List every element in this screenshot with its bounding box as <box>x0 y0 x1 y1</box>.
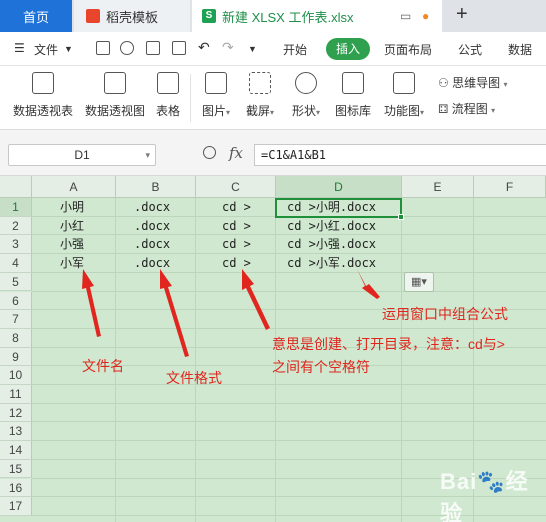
name-box-value: D1 <box>74 148 90 162</box>
spreadsheet-icon: S <box>202 9 216 23</box>
monitor-icon[interactable]: ▭ <box>400 9 411 23</box>
table-button[interactable]: 表格 <box>152 70 184 119</box>
tab-file-label: 新建 XLSX 工作表.xlsx <box>222 9 354 25</box>
menu-bar: ☰ 文件 ▼ ↶ ↷ ▼ 开始 插入 页面布局 公式 数据 <box>0 32 546 66</box>
spreadsheet-grid[interactable]: A B C D E F 1 2 3 4 5 6 7 8 9 10 11 12 13 14 15 16 17 小明… <box>0 176 546 522</box>
mind-map-icon: ⚇ <box>438 76 449 90</box>
pivot-table-label: 数据透视表 <box>12 104 73 118</box>
arrow-to-space-note <box>242 269 270 330</box>
pivot-chart-label: 数据透视图 <box>84 104 145 118</box>
print-icon[interactable] <box>146 41 160 55</box>
ribbon: 数据透视表 数据透视图 表格 图片▾ 截屏▾ 形状▾ 图标库 功能图▾ ⚇ 思维… <box>0 66 546 130</box>
undo-icon[interactable]: ↶ <box>198 39 210 56</box>
pivot-table-button[interactable]: 数据透视表 <box>10 70 76 119</box>
formula-bar: D1 ▾ fx =C1&A1&B1 <box>0 130 546 176</box>
zoom-icon[interactable] <box>203 146 216 159</box>
menu-file[interactable]: 文件 <box>34 41 58 58</box>
icon-library-button[interactable]: 图标库 <box>334 70 372 119</box>
mind-map-button[interactable]: ⚇ 思维导图 ▾ <box>438 74 507 91</box>
screenshot-dropdown-icon: ▾ <box>270 108 275 117</box>
icon-library-icon <box>342 72 364 94</box>
function-chart-button[interactable]: 功能图▾ <box>380 70 428 119</box>
icon-library-label: 图标库 <box>334 104 371 118</box>
arrow-to-combined-formula <box>357 269 380 299</box>
tab-template-label: 稻壳模板 <box>106 9 159 25</box>
picture-label: 图片 <box>201 104 226 118</box>
pivot-chart-icon <box>104 72 126 94</box>
shape-icon <box>295 72 317 94</box>
screenshot-icon <box>249 72 271 94</box>
unsaved-dot-icon: ● <box>422 9 430 23</box>
flow-chart-dropdown-icon: ▾ <box>491 106 496 115</box>
shape-button[interactable]: 形状▾ <box>286 70 326 119</box>
wps-logo-icon <box>86 9 100 23</box>
new-tab-button[interactable]: + <box>456 3 468 26</box>
tab-bar: 首页 稻壳模板 S 新建 XLSX 工作表.xlsx ▭ ● + <box>0 0 546 32</box>
flow-chart-icon: ⚃ <box>438 102 449 116</box>
tab-home-label: 首页 <box>22 9 49 25</box>
tab-template[interactable]: 稻壳模板 <box>74 0 190 32</box>
picture-button[interactable]: 图片▾ <box>198 70 234 119</box>
mind-map-label: 思维导图 <box>452 76 501 90</box>
menu-formula[interactable]: 公式 <box>458 41 482 58</box>
mind-map-dropdown-icon: ▾ <box>503 80 508 89</box>
ribbon-divider <box>190 74 191 122</box>
menu-home[interactable]: 开始 <box>283 41 307 58</box>
menu-page-layout[interactable]: 页面布局 <box>384 41 432 58</box>
pivot-chart-button[interactable]: 数据透视图 <box>82 70 148 119</box>
arrow-to-file-name <box>82 269 101 337</box>
hamburger-icon[interactable]: ☰ <box>14 41 25 55</box>
name-box-dropdown-icon[interactable]: ▾ <box>145 145 150 165</box>
picture-dropdown-icon: ▾ <box>226 108 231 117</box>
fx-icon[interactable]: fx <box>229 144 243 162</box>
picture-icon <box>205 72 227 94</box>
flow-chart-button[interactable]: ⚃ 流程图 ▾ <box>438 100 495 117</box>
redo-icon[interactable]: ↷ <box>222 39 234 56</box>
function-chart-label: 功能图 <box>383 104 420 118</box>
arrow-to-file-format <box>160 269 189 357</box>
export-icon[interactable] <box>120 41 134 55</box>
table-icon <box>157 72 179 94</box>
function-chart-dropdown-icon: ▾ <box>420 108 425 117</box>
table-label: 表格 <box>155 104 180 118</box>
save-icon[interactable] <box>96 41 110 55</box>
menu-insert[interactable]: 插入 <box>326 38 370 60</box>
chevron-down-icon[interactable]: ▼ <box>64 44 73 54</box>
menu-data[interactable]: 数据 <box>508 41 532 58</box>
shape-dropdown-icon: ▾ <box>316 108 321 117</box>
function-chart-icon <box>393 72 415 94</box>
screenshot-button[interactable]: 截屏▾ <box>242 70 278 119</box>
flow-chart-label: 流程图 <box>451 102 488 116</box>
name-box[interactable]: D1 ▾ <box>8 144 156 166</box>
print-preview-icon[interactable] <box>172 41 186 55</box>
formula-input[interactable]: =C1&A1&B1 <box>254 144 546 166</box>
quick-access-more-icon[interactable]: ▼ <box>248 44 257 54</box>
tab-home[interactable]: 首页 <box>0 0 72 32</box>
shape-label: 形状 <box>291 104 316 118</box>
baidu-watermark-logo: Bai🐾经验 <box>440 469 529 522</box>
screenshot-label: 截屏 <box>245 104 270 118</box>
pivot-table-icon <box>32 72 54 94</box>
